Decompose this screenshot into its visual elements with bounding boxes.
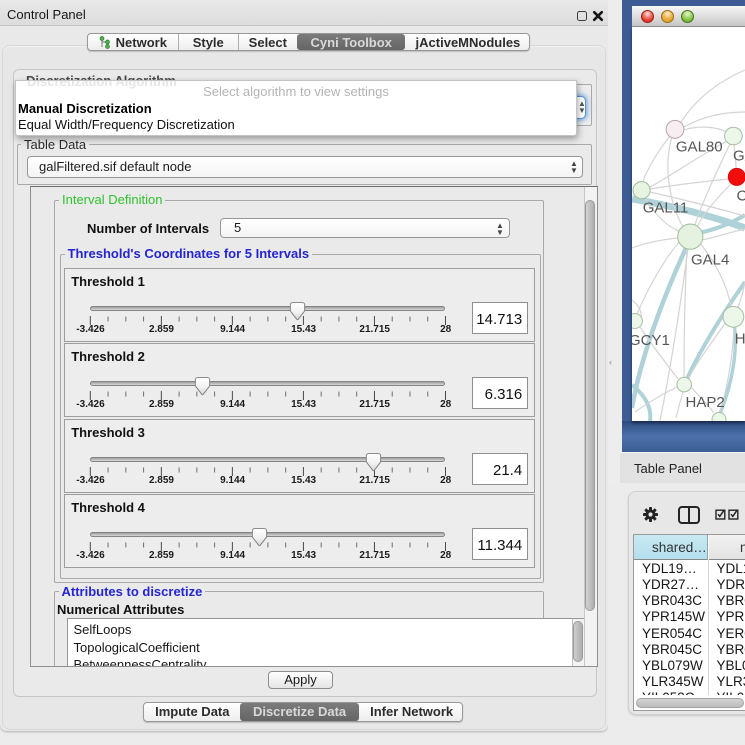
svg-text:GAL: GAL [733, 148, 745, 165]
svg-text:GCY1: GCY1 [632, 332, 670, 349]
svg-text:HAP: HAP [735, 331, 745, 348]
svg-text:GAL80: GAL80 [676, 139, 723, 156]
svg-text:GAL11: GAL11 [643, 200, 689, 217]
svg-text:CD: CD [737, 188, 745, 205]
svg-text:GAL4: GAL4 [691, 252, 729, 269]
svg-text:HAP2: HAP2 [686, 394, 725, 411]
